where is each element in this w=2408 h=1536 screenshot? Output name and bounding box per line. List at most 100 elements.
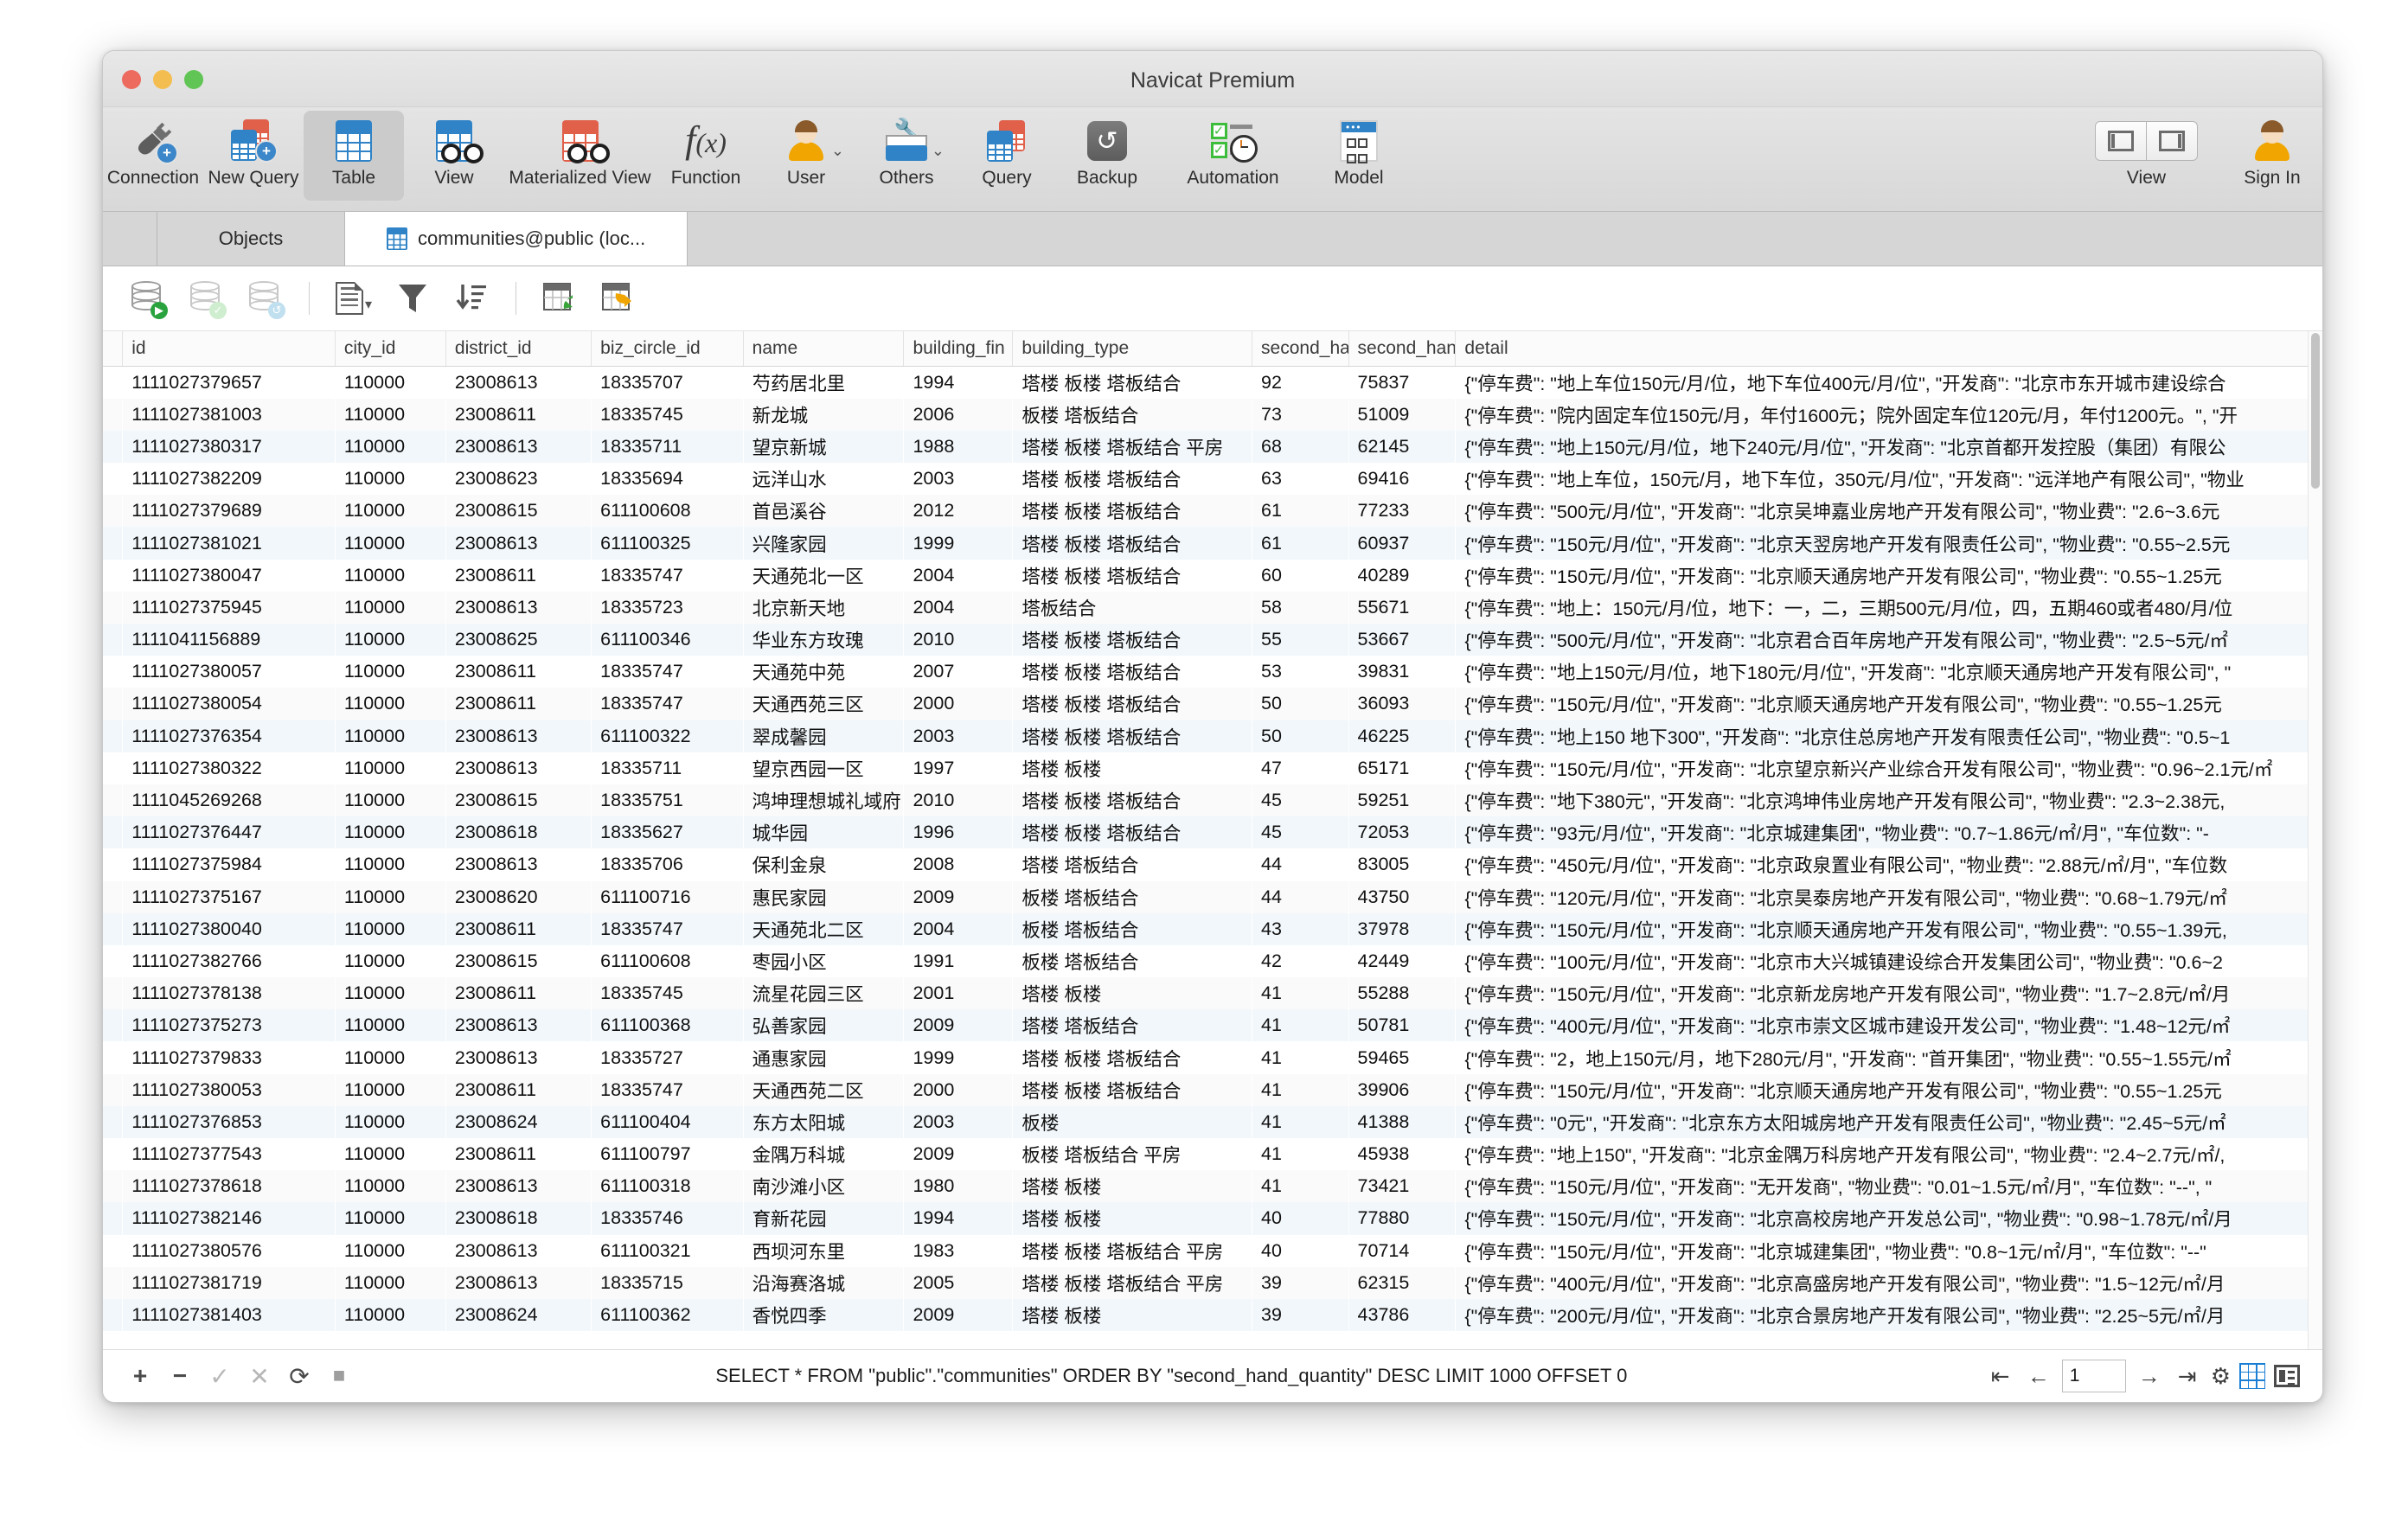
table-cell-building_type[interactable]: 塔楼 板楼 塔板结合	[1013, 784, 1252, 816]
table-cell-district_id[interactable]: 23008615	[445, 784, 591, 816]
table-cell-building_fin[interactable]: 2007	[904, 656, 1013, 688]
table-cell-district_id[interactable]: 23008624	[445, 1299, 591, 1331]
table-cell-name[interactable]: 东方太阳城	[743, 1106, 904, 1138]
table-cell-district_id[interactable]: 23008615	[445, 495, 591, 527]
row-selector-cell[interactable]	[103, 688, 123, 720]
table-cell-biz_circle_id[interactable]: 18335707	[592, 367, 743, 399]
commit-icon[interactable]: ✓	[179, 274, 233, 323]
column-header-second_han[interactable]: second_han	[1348, 331, 1456, 367]
table-cell-biz_circle_id[interactable]: 18335727	[592, 1041, 743, 1073]
table-cell-detail[interactable]: {"停车费": "院内固定车位150元/月，年付1600元；院外固定车位120元…	[1456, 399, 2322, 431]
table-cell-name[interactable]: 望京西园一区	[743, 752, 904, 784]
table-row[interactable]: 111102737685311000023008624611100404东方太阳…	[103, 1106, 2322, 1138]
next-page-button[interactable]: →	[2135, 1363, 2164, 1390]
table-cell-detail[interactable]: {"停车费": "150元/月/位", "开发商": "北京顺天通房地产开发有限…	[1456, 1074, 2322, 1106]
table-cell-detail[interactable]: {"停车费": "150元/月/位", "开发商": "北京高校房地产开发总公司…	[1456, 1202, 2322, 1234]
table-cell-detail[interactable]: {"停车费": "500元/月/位", "开发商": "北京吴坤嘉业房地产开发有…	[1456, 495, 2322, 527]
filter-icon[interactable]	[386, 274, 439, 323]
table-cell-biz_circle_id[interactable]: 18335627	[592, 816, 743, 848]
table-cell-second_ha[interactable]: 61	[1252, 527, 1348, 559]
table-row[interactable]: 11110273781381100002300861118335745流星花园三…	[103, 977, 2322, 1009]
table-cell-id[interactable]: 1111027377543	[123, 1138, 336, 1170]
table-cell-second_ha[interactable]: 68	[1252, 431, 1348, 463]
table-row[interactable]: 11110273764471100002300861818335627城华园19…	[103, 816, 2322, 848]
table-cell-district_id[interactable]: 23008615	[445, 945, 591, 977]
table-cell-second_han[interactable]: 62145	[1348, 431, 1456, 463]
table-cell-biz_circle_id[interactable]: 18335711	[592, 752, 743, 784]
table-cell-district_id[interactable]: 23008618	[445, 1202, 591, 1234]
table-cell-biz_circle_id[interactable]: 18335747	[592, 913, 743, 945]
table-cell-second_ha[interactable]: 41	[1252, 1106, 1348, 1138]
table-cell-building_fin[interactable]: 2008	[904, 848, 1013, 880]
toolbar-item-function[interactable]: f(x) Function	[656, 111, 756, 201]
table-cell-building_fin[interactable]: 2003	[904, 720, 1013, 752]
table-cell-city_id[interactable]: 110000	[335, 624, 445, 656]
table-cell-second_han[interactable]: 55671	[1348, 592, 1456, 624]
table-cell-biz_circle_id[interactable]: 18335747	[592, 688, 743, 720]
table-cell-name[interactable]: 新龙城	[743, 399, 904, 431]
column-header-city_id[interactable]: city_id	[335, 331, 445, 367]
show-right-pane-button[interactable]	[2146, 122, 2197, 160]
table-cell-detail[interactable]: {"停车费": "地上150", "开发商": "北京金隅万科房地产开发有限公司…	[1456, 1138, 2322, 1170]
row-selector-cell[interactable]	[103, 1106, 123, 1138]
table-row[interactable]: 111102738057611000023008613611100321西坝河东…	[103, 1235, 2322, 1267]
table-cell-district_id[interactable]: 23008623	[445, 463, 591, 495]
table-cell-building_type[interactable]: 板楼 塔板结合	[1013, 945, 1252, 977]
table-cell-biz_circle_id[interactable]: 18335751	[592, 784, 743, 816]
table-row[interactable]: 11110273796571100002300861318335707芍药居北里…	[103, 367, 2322, 399]
table-cell-biz_circle_id[interactable]: 18335711	[592, 431, 743, 463]
table-cell-second_han[interactable]: 83005	[1348, 848, 1456, 880]
table-cell-biz_circle_id[interactable]: 18335747	[592, 560, 743, 592]
toolbar-item-query[interactable]: Query	[957, 111, 1057, 201]
table-cell-city_id[interactable]: 110000	[335, 463, 445, 495]
table-cell-building_type[interactable]: 板楼 塔板结合	[1013, 881, 1252, 913]
table-cell-district_id[interactable]: 23008625	[445, 624, 591, 656]
table-cell-id[interactable]: 1111027376447	[123, 816, 336, 848]
table-cell-second_han[interactable]: 39831	[1348, 656, 1456, 688]
table-cell-id[interactable]: 1111027379833	[123, 1041, 336, 1073]
table-cell-building_type[interactable]: 塔楼 板楼 塔板结合	[1013, 527, 1252, 559]
table-cell-building_fin[interactable]: 2006	[904, 399, 1013, 431]
toolbar-item-others[interactable]: 🔧 ⌄ Others	[856, 111, 957, 201]
table-cell-biz_circle_id[interactable]: 18335745	[592, 977, 743, 1009]
table-cell-city_id[interactable]: 110000	[335, 1074, 445, 1106]
table-cell-city_id[interactable]: 110000	[335, 399, 445, 431]
table-cell-building_type[interactable]: 塔楼 板楼 塔板结合	[1013, 816, 1252, 848]
table-cell-detail[interactable]: {"停车费": "地下380元", "开发商": "北京鸿坤伟业房地产开发有限公…	[1456, 784, 2322, 816]
table-cell-district_id[interactable]: 23008611	[445, 1138, 591, 1170]
table-cell-district_id[interactable]: 23008613	[445, 848, 591, 880]
table-cell-id[interactable]: 1111027376354	[123, 720, 336, 752]
table-cell-second_ha[interactable]: 41	[1252, 1009, 1348, 1041]
table-cell-building_type[interactable]: 塔楼 塔板结合	[1013, 1009, 1252, 1041]
table-cell-id[interactable]: 1111027379689	[123, 495, 336, 527]
toolbar-item-automation[interactable]: ✓ ✓ Automation	[1157, 111, 1309, 201]
table-cell-name[interactable]: 金隅万科城	[743, 1138, 904, 1170]
tab-communities[interactable]: communities@public (loc...	[345, 212, 688, 266]
table-row[interactable]: 11110273800571100002300861118335747天通苑中苑…	[103, 656, 2322, 688]
table-cell-second_han[interactable]: 37978	[1348, 913, 1456, 945]
table-cell-detail[interactable]: {"停车费": "150元/月/位", "开发商": "北京顺天通房地产开发有限…	[1456, 560, 2322, 592]
table-cell-building_fin[interactable]: 2005	[904, 1267, 1013, 1299]
table-cell-name[interactable]: 天通苑北一区	[743, 560, 904, 592]
row-selector-cell[interactable]	[103, 881, 123, 913]
table-cell-building_type[interactable]: 塔楼 板楼 塔板结合	[1013, 367, 1252, 399]
table-cell-detail[interactable]: {"停车费": "150元/月/位", "开发商": "北京望京新兴产业综合开发…	[1456, 752, 2322, 784]
table-cell-building_fin[interactable]: 2012	[904, 495, 1013, 527]
table-cell-biz_circle_id[interactable]: 611100608	[592, 945, 743, 977]
table-cell-building_fin[interactable]: 2010	[904, 784, 1013, 816]
table-row[interactable]: 11110273800471100002300861118335747天通苑北一…	[103, 560, 2322, 592]
table-cell-second_han[interactable]: 46225	[1348, 720, 1456, 752]
table-cell-building_fin[interactable]: 2004	[904, 592, 1013, 624]
table-cell-detail[interactable]: {"停车费": "150元/月/位", "开发商": "北京新龙房地产开发有限公…	[1456, 977, 2322, 1009]
toolbar-item-backup[interactable]: ↺ Backup	[1057, 111, 1157, 201]
view-layout-segmented-control[interactable]	[2095, 116, 2198, 166]
column-header-biz_circle_id[interactable]: biz_circle_id	[592, 331, 743, 367]
table-cell-building_type[interactable]: 塔楼 板楼 塔板结合	[1013, 656, 1252, 688]
table-cell-biz_circle_id[interactable]: 611100318	[592, 1170, 743, 1202]
grid-vertical-scrollbar[interactable]	[2308, 331, 2322, 1360]
column-header-building_fin[interactable]: building_fin	[904, 331, 1013, 367]
table-cell-district_id[interactable]: 23008624	[445, 1106, 591, 1138]
chevron-down-icon[interactable]: ▾	[365, 296, 372, 313]
table-cell-district_id[interactable]: 23008620	[445, 881, 591, 913]
table-cell-second_ha[interactable]: 50	[1252, 688, 1348, 720]
